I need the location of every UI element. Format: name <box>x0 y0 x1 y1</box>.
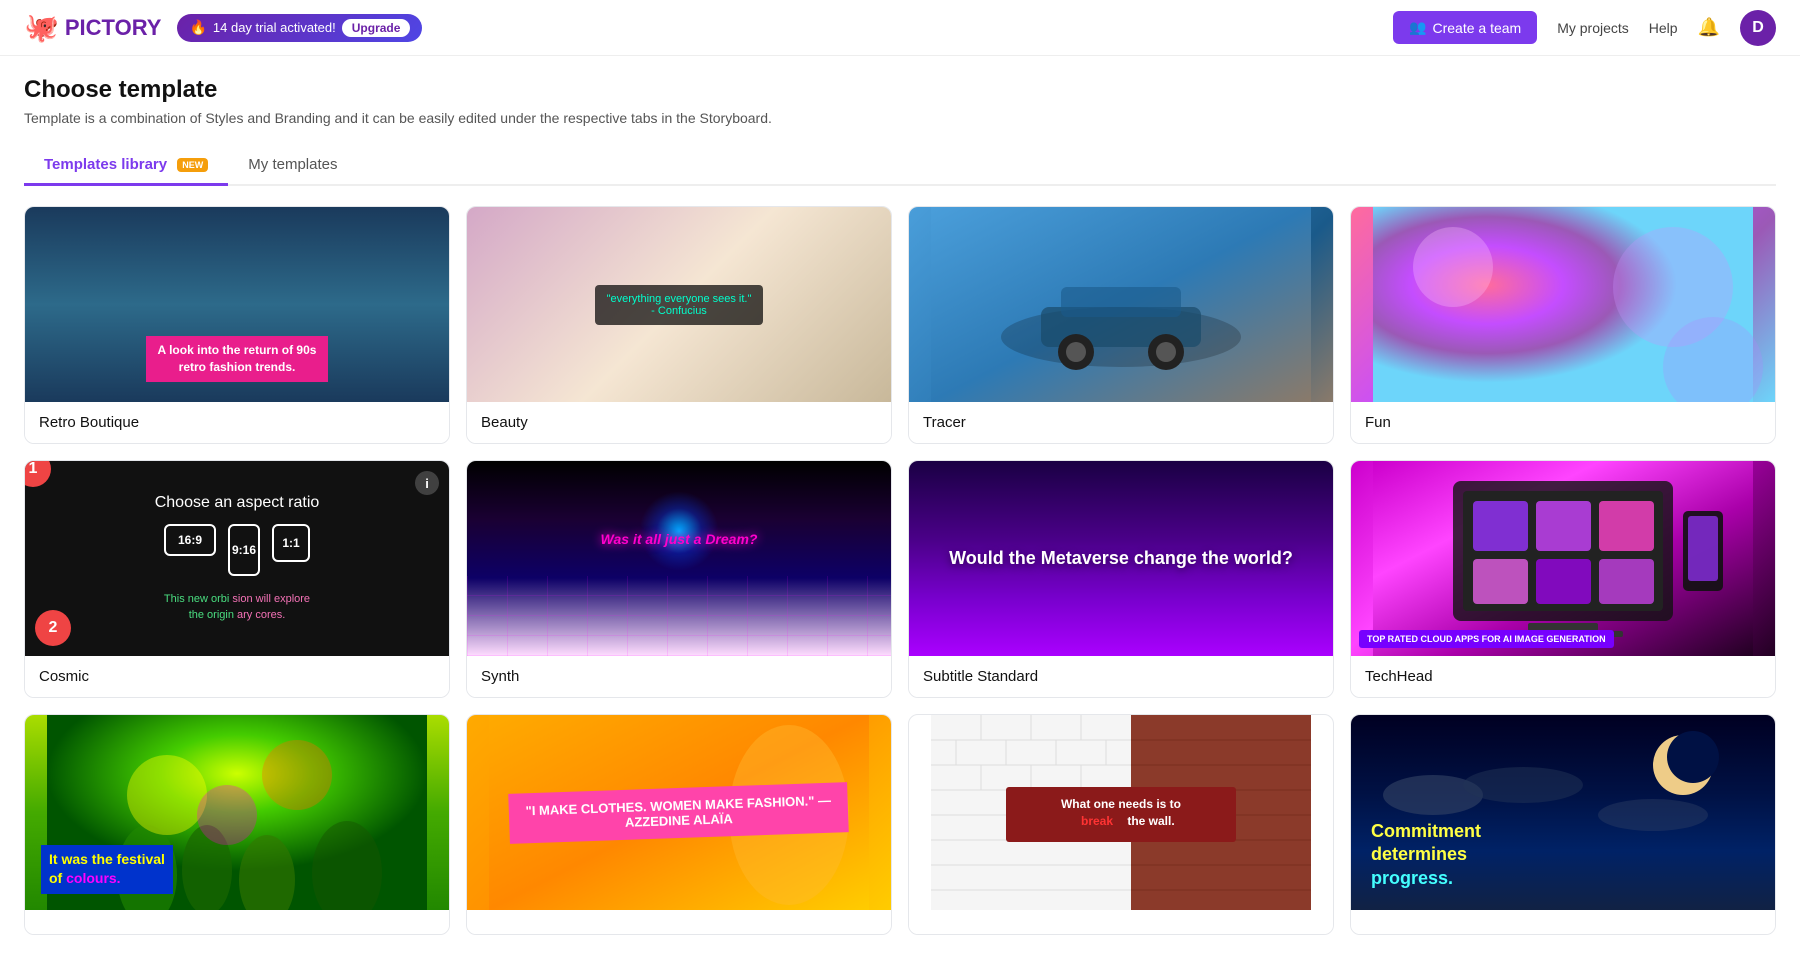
beauty-thumb-text: "everything everyone sees it."- Confuciu… <box>595 285 764 325</box>
template-label-fashion <box>467 910 891 934</box>
logo-icon: 🐙 <box>24 11 59 44</box>
template-label-festival <box>25 910 449 934</box>
aspect-169[interactable]: 16:9 <box>164 524 216 556</box>
thumb-cosmic: i Choose an aspect ratio 16:9 9:16 1:1 T… <box>25 461 449 656</box>
svg-text:the wall.: the wall. <box>1127 814 1174 828</box>
header-right: 👥 Create a team My projects Help 🔔 D <box>1393 10 1776 46</box>
metaverse-text: Would the Metaverse change the world? <box>929 548 1313 569</box>
aspect-options: 16:9 9:16 1:1 <box>164 524 310 576</box>
retro-boutique-thumb-text: A look into the return of 90sretro fashi… <box>146 336 329 382</box>
template-card-retro-boutique[interactable]: A look into the return of 90sretro fashi… <box>24 206 450 444</box>
aspect-title: Choose an aspect ratio <box>155 494 320 512</box>
template-label-commitment <box>1351 910 1775 934</box>
aspect-11[interactable]: 1:1 <box>272 524 310 562</box>
template-card-fun[interactable]: Fun <box>1350 206 1776 444</box>
synth-grid <box>467 576 891 656</box>
tab-my-templates-label: My templates <box>248 156 337 173</box>
template-label-retro-boutique: Retro Boutique <box>25 402 449 443</box>
tab-templates-library[interactable]: Templates library NEW <box>24 146 228 186</box>
svg-text:break: break <box>1081 814 1113 828</box>
create-team-button[interactable]: 👥 Create a team <box>1393 11 1537 44</box>
trial-text: 14 day trial activated! <box>213 20 336 35</box>
template-card-wall[interactable]: What one needs is to break the wall. <box>908 714 1334 935</box>
create-team-label: Create a team <box>1432 20 1521 36</box>
template-card-subtitle-standard[interactable]: Would the Metaverse change the world? Su… <box>908 460 1334 698</box>
tab-my-templates[interactable]: My templates <box>228 146 357 186</box>
template-card-cosmic[interactable]: 1 i Choose an aspect ratio 16:9 9:16 1:1… <box>24 460 450 698</box>
template-card-tracer[interactable]: Tracer <box>908 206 1334 444</box>
avatar[interactable]: D <box>1740 10 1776 46</box>
thumb-fun <box>1351 207 1775 402</box>
template-card-beauty[interactable]: "everything everyone sees it."- Confuciu… <box>466 206 892 444</box>
flame-icon: 🔥 <box>189 19 206 36</box>
template-card-fashion[interactable]: "I MAKE CLOTHES. WOMEN MAKE FASHION." — … <box>466 714 892 935</box>
my-projects-link[interactable]: My projects <box>1557 20 1629 36</box>
template-label-cosmic: Cosmic <box>25 656 449 697</box>
techhead-label-text: TOP RATED CLOUD APPS FOR AI IMAGE GENERA… <box>1359 630 1614 648</box>
upgrade-button[interactable]: Upgrade <box>342 19 411 37</box>
page-subtitle: Template is a combination of Styles and … <box>24 110 1776 126</box>
fun-thumb-svg <box>1351 207 1775 402</box>
template-label-fun: Fun <box>1351 402 1775 443</box>
thumb-metaverse: Would the Metaverse change the world? <box>909 461 1333 656</box>
thumb-wall: What one needs is to break the wall. <box>909 715 1333 910</box>
tabs-bar: Templates library NEW My templates <box>24 146 1776 186</box>
logo[interactable]: 🐙 PICTORY <box>24 11 161 44</box>
template-label-beauty: Beauty <box>467 402 891 443</box>
thumb-synth: Was it all just a Dream? <box>467 461 891 656</box>
template-card-synth[interactable]: Was it all just a Dream? Synth <box>466 460 892 698</box>
header-left: 🐙 PICTORY 🔥 14 day trial activated! Upgr… <box>24 11 422 44</box>
info-icon[interactable]: i <box>415 471 439 495</box>
header: 🐙 PICTORY 🔥 14 day trial activated! Upgr… <box>0 0 1800 56</box>
thumb-fashion: "I MAKE CLOTHES. WOMEN MAKE FASHION." — … <box>467 715 891 910</box>
thumb-beauty: "everything everyone sees it."- Confuciu… <box>467 207 891 402</box>
template-card-festival[interactable]: It was the festivalof colours. <box>24 714 450 935</box>
aspect-916[interactable]: 9:16 <box>228 524 260 576</box>
thumb-techhead: TOP RATED CLOUD APPS FOR AI IMAGE GENERA… <box>1351 461 1775 656</box>
svg-text:What one needs is to: What one needs is to <box>1061 797 1181 811</box>
template-card-commitment[interactable]: Commitmentdeterminesprogress. <box>1350 714 1776 935</box>
template-label-tracer: Tracer <box>909 402 1333 443</box>
template-label-techhead: TechHead <box>1351 656 1775 697</box>
festival-text: It was the festivalof colours. <box>41 845 173 894</box>
template-label-subtitle-standard: Subtitle Standard <box>909 656 1333 697</box>
thumb-festival: It was the festivalof colours. <box>25 715 449 910</box>
step2-badge: 2 <box>35 610 71 646</box>
wall-thumb-svg: What one needs is to break the wall. <box>909 715 1333 910</box>
help-link[interactable]: Help <box>1649 20 1678 36</box>
cosmic-subtitle: This new orbi sion will explorethe origi… <box>148 592 326 623</box>
thumb-commitment: Commitmentdeterminesprogress. <box>1351 715 1775 910</box>
bell-icon[interactable]: 🔔 <box>1698 17 1720 38</box>
template-label-wall <box>909 910 1333 934</box>
create-team-icon: 👥 <box>1409 19 1426 36</box>
tab-templates-library-label: Templates library <box>44 156 167 173</box>
techhead-thumb-svg <box>1351 461 1775 656</box>
commitment-text: Commitmentdeterminesprogress. <box>1371 820 1481 890</box>
template-card-techhead[interactable]: TOP RATED CLOUD APPS FOR AI IMAGE GENERA… <box>1350 460 1776 698</box>
tracer-thumb-svg <box>909 207 1333 402</box>
new-badge: NEW <box>177 158 208 172</box>
template-label-synth: Synth <box>467 656 891 697</box>
page-title: Choose template <box>24 76 1776 104</box>
thumb-tracer <box>909 207 1333 402</box>
thumb-retro-boutique: A look into the return of 90sretro fashi… <box>25 207 449 402</box>
logo-text: PICTORY <box>65 15 162 41</box>
page-content: Choose template Template is a combinatio… <box>0 56 1800 955</box>
templates-grid: A look into the return of 90sretro fashi… <box>24 206 1776 935</box>
synth-text: Was it all just a Dream? <box>601 531 758 547</box>
trial-badge: 🔥 14 day trial activated! Upgrade <box>177 14 422 42</box>
